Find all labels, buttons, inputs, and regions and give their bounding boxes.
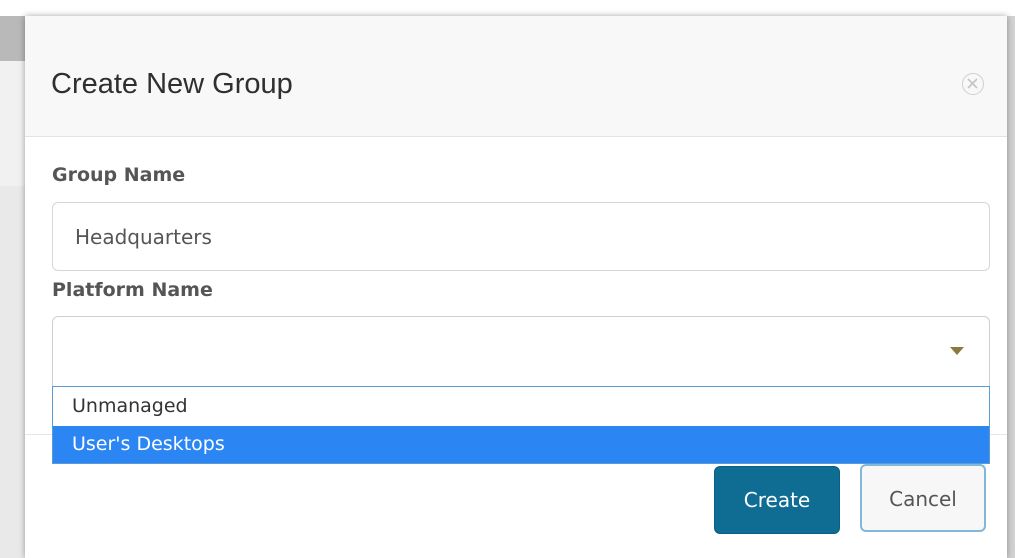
dropdown-option-users-desktops[interactable]: User's Desktops bbox=[53, 426, 989, 463]
caret-down-icon[interactable] bbox=[950, 347, 964, 355]
dialog-header: Create New Group bbox=[25, 16, 1007, 137]
platform-dropdown-list: Unmanaged User's Desktops bbox=[52, 386, 990, 464]
cancel-button[interactable]: Cancel bbox=[860, 464, 986, 532]
backdrop-left-shade bbox=[0, 16, 25, 61]
group-name-label: Group Name bbox=[52, 164, 186, 186]
close-button[interactable] bbox=[962, 73, 984, 95]
create-group-dialog: Create New Group Group Name Platform Nam… bbox=[25, 16, 1007, 558]
backdrop-right-strip bbox=[1007, 16, 1015, 558]
backdrop-left-strip bbox=[0, 16, 25, 558]
group-name-input[interactable] bbox=[52, 202, 990, 271]
platform-name-select[interactable] bbox=[52, 316, 990, 386]
backdrop-top-strip bbox=[0, 0, 1015, 16]
close-circle-icon bbox=[967, 78, 978, 89]
backdrop-left-light bbox=[0, 61, 25, 186]
platform-name-label: Platform Name bbox=[52, 279, 213, 301]
create-button[interactable]: Create bbox=[714, 466, 840, 534]
dialog-title: Create New Group bbox=[51, 68, 293, 100]
dropdown-option-unmanaged[interactable]: Unmanaged bbox=[53, 388, 989, 425]
